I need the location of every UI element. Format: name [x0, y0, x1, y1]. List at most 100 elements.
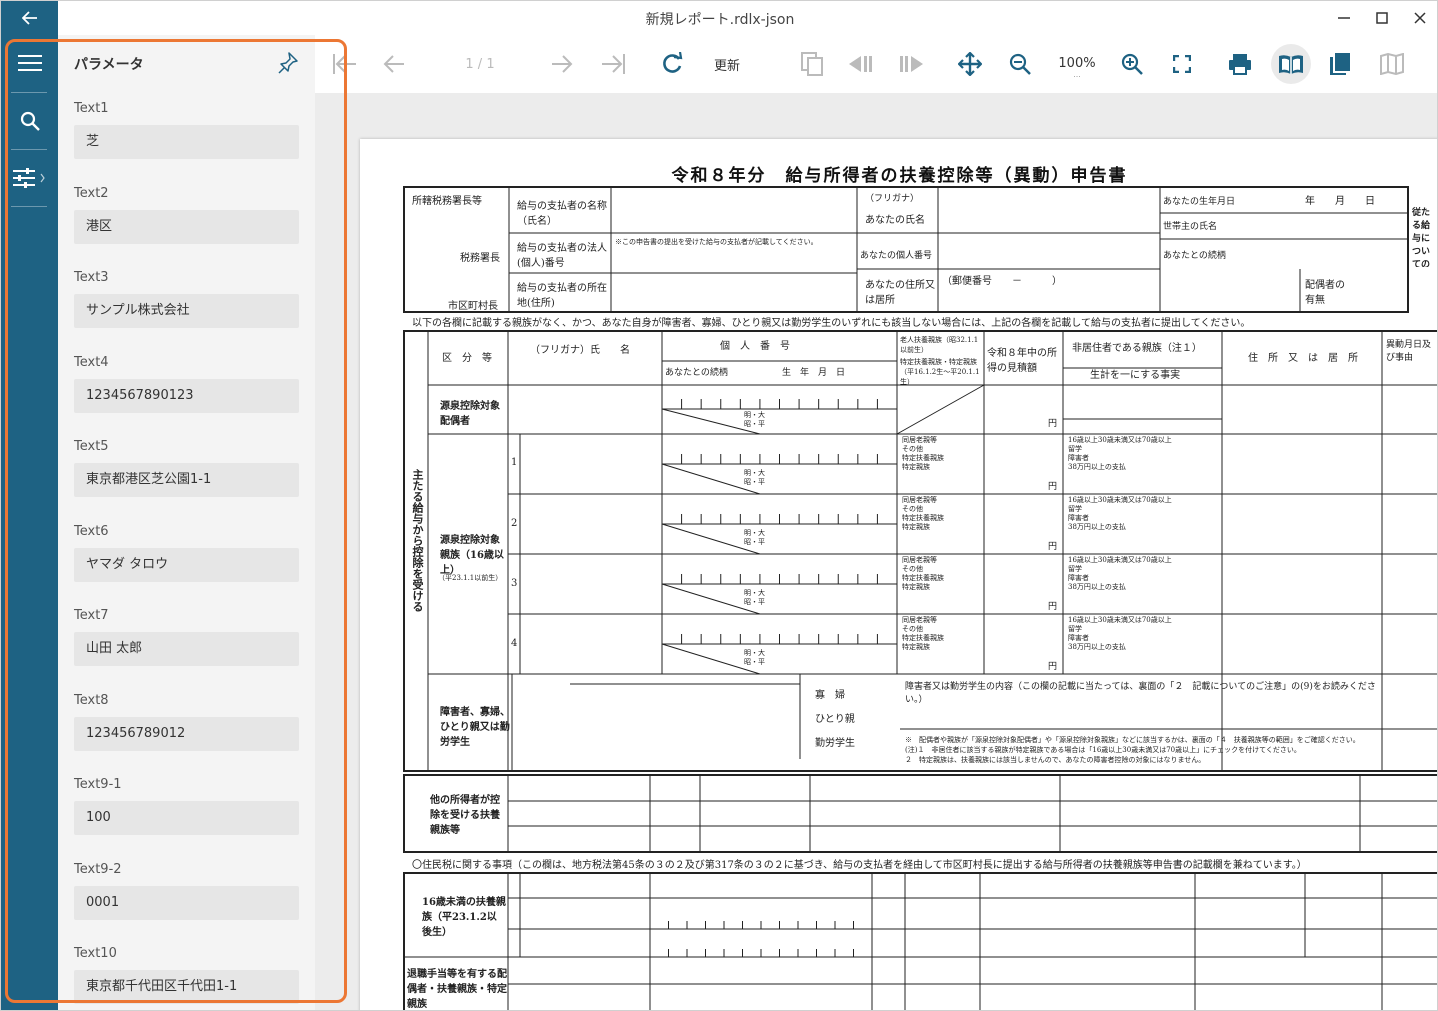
page-stack-icon	[1330, 53, 1350, 75]
row-number: 3	[511, 578, 518, 589]
nonresident-checkboxes: 16歳以上30歳未満又は70歳以上 留学 障害者 38万円以上の支払	[1068, 556, 1172, 591]
app-window: 新規レポート.rdlx-json パラメータ Text1 芝 Text2 港区 Text	[0, 0, 1438, 1011]
spouse-label: 配偶者の有無	[1305, 280, 1345, 306]
search-icon	[20, 111, 40, 131]
export-icon	[801, 52, 823, 76]
era-mark: 明・大 昭・平	[744, 469, 765, 486]
previous-section-button[interactable]	[843, 35, 877, 93]
parameter-field: Text6 ヤマダ タロウ	[58, 514, 315, 599]
row-c-items: 寡 婦 ひとり親 勤労学生	[815, 690, 855, 749]
previous-page-button[interactable]	[377, 35, 411, 93]
your-number-label: あなたの個人番号	[860, 251, 933, 261]
pin-button[interactable]	[278, 52, 298, 74]
parameter-input[interactable]: 東京都千代田区千代田1-1	[74, 970, 299, 1004]
parameter-input[interactable]: 港区	[74, 209, 299, 244]
row-b-label: 源泉控除対象親族（16歳以上）	[440, 535, 504, 576]
arrow-left-icon	[383, 55, 404, 73]
next-section-button[interactable]	[895, 35, 929, 93]
report-viewer: 令和８年分 給与所得者の扶養控除等（異動）申告書 所轄税務署長等 税務署長 市区…	[315, 93, 1437, 1010]
skip-back-icon	[849, 56, 872, 72]
pan-button[interactable]	[953, 35, 987, 93]
elderly-checkboxes: 同居老親等 その他 特定扶養親族 特定親族	[902, 496, 944, 531]
row-b-sub: （平23.1.1以前生）	[438, 574, 503, 582]
minimize-button[interactable]	[1325, 1, 1363, 35]
era-mark: 明・大 昭・平	[744, 529, 765, 546]
zoom-level[interactable]: 100% ...	[1051, 35, 1103, 93]
refresh-button[interactable]	[655, 35, 689, 93]
map-mode-button[interactable]	[1375, 35, 1409, 93]
parameter-input[interactable]: ヤマダ タロウ	[74, 547, 299, 582]
parameter-input[interactable]: 100	[74, 801, 299, 835]
parameter-field: Text1 芝	[58, 91, 315, 176]
pin-icon	[278, 52, 298, 74]
close-button[interactable]	[1401, 1, 1437, 35]
arrow-right-icon	[552, 55, 573, 73]
col-address: 住 所 又 は 居 所	[1248, 353, 1358, 364]
col-relation: あなたとの続柄	[665, 368, 728, 378]
parameter-label: Text9-1	[74, 777, 122, 792]
parameter-label: Text6	[74, 523, 109, 539]
maximize-button[interactable]	[1363, 1, 1401, 35]
move-icon	[958, 52, 982, 76]
parameter-field: Text7 山田 太郎	[58, 598, 315, 683]
parameter-input[interactable]: 芝	[74, 125, 299, 159]
parameter-input[interactable]: 1234567890123	[74, 378, 299, 413]
parameter-field: Text9-2 0001	[58, 852, 315, 937]
col-birth: 生 年 月 日	[782, 368, 846, 378]
parameter-label: Text7	[74, 608, 109, 623]
continuous-mode-button[interactable]	[1323, 35, 1357, 93]
zoom-value: 100%	[1058, 55, 1096, 71]
secondary-form-label: 従たる給与についての扶養控除等申告書	[1412, 208, 1431, 267]
first-page-button[interactable]	[327, 35, 361, 93]
col-elderly: 老人扶養親族（昭32.1.1以前生）	[900, 336, 979, 354]
zoom-out-button[interactable]	[1003, 35, 1037, 93]
parameter-field: Text4 1234567890123	[58, 345, 315, 430]
yen-mark: 円	[1048, 662, 1058, 672]
fullscreen-icon	[1173, 55, 1191, 73]
era-mark: 明・大 昭・平	[744, 589, 765, 606]
payer-number-label: 給与の支払者の法人(個人)番号	[517, 243, 607, 269]
parameter-input[interactable]: 123456789012	[74, 716, 299, 751]
col-number: 個 人 番 号	[720, 341, 790, 352]
col-change: 異動月日及び事由	[1386, 340, 1432, 363]
yen-mark: 円	[1048, 419, 1058, 429]
parameters-button[interactable]	[1, 150, 58, 206]
report-page: 令和８年分 給与所得者の扶養控除等（異動）申告書 所轄税務署長等 税務署長 市区…	[360, 139, 1437, 1010]
payer-address-label: 給与の支払者の所在地(住所)	[517, 283, 607, 309]
refresh-icon	[663, 52, 683, 73]
menu-button[interactable]	[1, 35, 58, 91]
refresh-label[interactable]: 更新	[703, 35, 751, 93]
search-button[interactable]	[1, 93, 58, 149]
section-side-label: 主たる給与から控除を受ける	[411, 469, 424, 612]
fullscreen-button[interactable]	[1165, 35, 1199, 93]
last-page-button[interactable]	[597, 35, 631, 93]
document-title: 令和８年分 給与所得者の扶養控除等（異動）申告書	[671, 166, 1128, 186]
parameter-field: Text10 東京都千代田区千代田1-1	[58, 936, 315, 1010]
birthdate-label: あなたの生年月日	[1163, 197, 1236, 207]
parameter-input[interactable]: サンプル株式会社	[74, 294, 299, 328]
city-chief-label: 市区町村長	[448, 301, 498, 312]
nonresident-checkboxes: 16歳以上30歳未満又は70歳以上 留学 障害者 38万円以上の支払	[1068, 616, 1172, 651]
galley-mode-button[interactable]	[1271, 44, 1311, 84]
panel-header: パラメータ	[58, 35, 315, 91]
zoom-in-icon	[1121, 53, 1143, 75]
parameter-input[interactable]: 山田 太郎	[74, 632, 299, 666]
print-button[interactable]	[1223, 35, 1257, 93]
payer-name-label: 給与の支払者の名称（氏名）	[517, 201, 607, 227]
row-c-notes: ※ 配偶者や親族が「源泉控除対象配偶者」や「源泉控除対象親族」などに該当するかは…	[905, 736, 1360, 764]
parameter-input[interactable]: 東京都港区芝公園1-1	[74, 463, 299, 497]
sliders-icon	[12, 168, 45, 188]
next-page-button[interactable]	[545, 35, 579, 93]
row-c-detail: 障害者又は勤労学生の内容（この欄の記載に当たっては、裏面の「２ 記載についてのご…	[905, 682, 1376, 705]
parameters-panel: パラメータ Text1 芝 Text2 港区 Text3 サンプル株式会社 Text4 123…	[58, 35, 315, 1010]
col-category: 区 分 等	[442, 353, 492, 364]
tax-office-chief-label: 税務署長	[460, 253, 500, 264]
book-open-icon	[1279, 55, 1303, 74]
nonresident-checkboxes: 16歳以上30歳未満又は70歳以上 留学 障害者 38万円以上の支払	[1068, 496, 1172, 531]
export-button[interactable]	[795, 35, 829, 93]
payer-number-note: ※この申告書の提出を受けた給与の支払者が記載してください。	[615, 238, 818, 246]
zoom-in-button[interactable]	[1115, 35, 1149, 93]
parameter-input[interactable]: 0001	[74, 885, 299, 920]
your-name-label: あなたの氏名	[865, 215, 925, 226]
row-d-label: 他の所得者が控除を受ける扶養親族等	[430, 795, 500, 836]
